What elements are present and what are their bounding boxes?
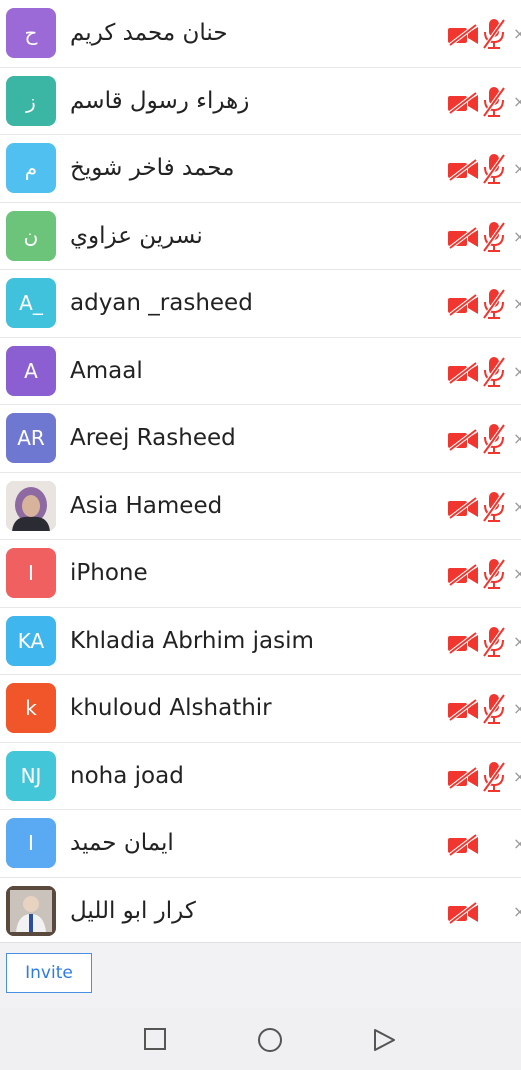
participant-name: Asia Hameed (70, 492, 223, 519)
video-off-icon[interactable] (447, 360, 479, 385)
video-off-icon[interactable] (447, 833, 479, 857)
participant-row[interactable]: Asia Hameed × (0, 473, 521, 540)
recents-square-icon[interactable] (142, 1026, 170, 1054)
avatar: AR (6, 413, 56, 463)
participant-name: Areej Rasheed (70, 425, 236, 451)
avatar (6, 885, 56, 936)
mic-off-icon[interactable] (482, 18, 506, 50)
video-off-icon[interactable] (447, 90, 479, 115)
video-off-icon[interactable] (447, 23, 479, 47)
video-off-icon[interactable] (447, 428, 479, 452)
participant-row[interactable]: ز زهراء رسول قاسم × (0, 68, 521, 135)
mic-off-icon[interactable] (482, 221, 506, 253)
close-x-icon[interactable]: × (513, 628, 521, 656)
video-off-icon[interactable] (447, 158, 479, 182)
participant-name: نسرين عزاوي (70, 222, 203, 249)
participant-list: ح حنان محمد كريم × ز زهراء رسول قاسم × م محمد… (0, 0, 521, 945)
video-off-icon[interactable] (447, 900, 479, 925)
participant-row[interactable]: ح حنان محمد كريم × (0, 0, 521, 68)
close-x-icon[interactable]: × (513, 493, 521, 521)
participant-name: زهراء رسول قاسم (70, 87, 250, 114)
participant-row[interactable]: م محمد فاخر شويخ × (0, 135, 521, 203)
close-x-icon[interactable]: × (513, 425, 521, 453)
avatar: A_ (6, 278, 56, 328)
video-off-icon[interactable] (447, 698, 479, 722)
close-x-icon[interactable]: × (513, 898, 521, 926)
close-x-icon[interactable]: × (513, 560, 521, 588)
mic-off-icon[interactable] (482, 288, 506, 320)
participant-row[interactable]: AR Areej Rasheed × (0, 405, 521, 473)
mic-off-icon[interactable] (482, 491, 506, 523)
avatar: ح (6, 8, 56, 58)
close-x-icon[interactable]: × (513, 290, 521, 318)
footer-bar: Invite (0, 942, 521, 1009)
system-nav-bar (0, 1008, 521, 1070)
avatar: NJ (6, 750, 56, 801)
avatar: A (6, 345, 56, 396)
video-off-icon[interactable] (447, 630, 479, 655)
participant-name: حنان محمد كريم (70, 20, 228, 46)
participant-row[interactable]: k khuloud Alshathir × (0, 675, 521, 743)
close-x-icon[interactable]: × (513, 20, 521, 48)
participant-name: كرار ابو الليل (70, 897, 196, 924)
close-x-icon[interactable]: × (513, 223, 521, 251)
avatar (6, 480, 56, 531)
close-x-icon[interactable]: × (513, 830, 521, 858)
mic-off-icon[interactable] (482, 626, 506, 658)
mic-off-icon[interactable] (482, 693, 506, 725)
participant-row[interactable]: ن نسرين عزاوي × (0, 203, 521, 270)
avatar: KA (6, 615, 56, 666)
participant-name: noha joad (70, 762, 184, 789)
close-x-icon[interactable]: × (513, 358, 521, 386)
mic-off-icon[interactable] (482, 153, 506, 185)
participant-name: Amaal (70, 357, 143, 384)
mic-off-icon[interactable] (482, 356, 506, 388)
back-triangle-icon[interactable] (370, 1026, 398, 1054)
participant-row[interactable]: A_ adyan _rasheed × (0, 270, 521, 338)
mic-off-icon[interactable] (482, 558, 506, 590)
close-x-icon[interactable]: × (513, 155, 521, 183)
home-circle-icon[interactable] (256, 1026, 284, 1054)
close-x-icon[interactable]: × (513, 695, 521, 723)
mic-off-icon[interactable] (482, 423, 506, 455)
close-x-icon[interactable]: × (513, 763, 521, 791)
participant-row[interactable]: KA Khladia Abrhim jasim × (0, 608, 521, 675)
mic-off-icon[interactable] (482, 761, 506, 793)
participant-name: Khladia Abrhim jasim (70, 627, 314, 654)
close-x-icon[interactable]: × (513, 88, 521, 116)
avatar: ز (6, 75, 56, 126)
participant-name: adyan _rasheed (70, 290, 253, 316)
video-off-icon[interactable] (447, 495, 479, 520)
avatar: I (6, 818, 56, 868)
participant-row[interactable]: كرار ابو الليل × (0, 878, 521, 945)
participant-row[interactable]: IiPhone × (0, 540, 521, 608)
participant-row[interactable]: NJ noha joad × (0, 743, 521, 810)
avatar: ن (6, 210, 56, 261)
video-off-icon[interactable] (447, 563, 479, 587)
participant-name: iPhone (70, 560, 148, 586)
video-off-icon[interactable] (447, 293, 479, 317)
participant-row[interactable]: I ايمان حميد × (0, 810, 521, 878)
invite-button[interactable]: Invite (6, 953, 92, 993)
avatar: k (6, 683, 56, 733)
participant-name: khuloud Alshathir (70, 695, 272, 721)
avatar: م (6, 143, 56, 193)
participant-row[interactable]: A Amaal × (0, 338, 521, 405)
participant-name: ايمان حميد (70, 830, 174, 856)
video-off-icon[interactable] (447, 765, 479, 790)
participant-name: محمد فاخر شويخ (70, 155, 235, 181)
avatar: I (6, 548, 56, 598)
mic-off-icon[interactable] (482, 86, 506, 118)
video-off-icon[interactable] (447, 225, 479, 250)
